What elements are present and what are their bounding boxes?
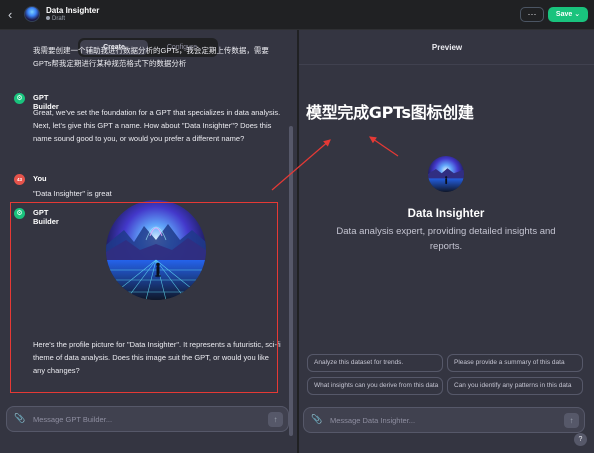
conversation-starter[interactable]: Analyze this dataset for trends. bbox=[307, 354, 443, 372]
save-button[interactable]: Save ⌄ bbox=[548, 7, 588, 22]
chevron-left-icon[interactable]: ‹ bbox=[8, 8, 12, 21]
message-text: Great, we've set the foundation for a GP… bbox=[33, 108, 281, 143]
input-placeholder: Message GPT Builder... bbox=[33, 415, 113, 424]
more-options-button[interactable]: ··· bbox=[520, 7, 544, 22]
preview-gpt-avatar bbox=[428, 156, 464, 192]
chat-scrollbar[interactable] bbox=[289, 126, 293, 436]
preview-avatar-art bbox=[428, 156, 464, 192]
preview-gpt-description: Data analysis expert, providing detailed… bbox=[336, 226, 556, 252]
preview-gpt-name: Data Insighter bbox=[407, 208, 485, 220]
status-dot-icon bbox=[46, 16, 50, 21]
status-label: Draft bbox=[52, 16, 66, 22]
help-button[interactable]: ? bbox=[574, 433, 587, 446]
chevron-down-icon: ⌄ bbox=[574, 11, 581, 18]
send-button[interactable]: ↑ bbox=[564, 413, 579, 428]
attach-icon[interactable]: 📎 bbox=[311, 414, 322, 425]
gpt-avatar bbox=[24, 6, 40, 22]
top-bar: ‹ Data Insighter Draft ··· Save ⌄ bbox=[0, 0, 594, 30]
conversation-starter[interactable]: Please provide a summary of this data bbox=[447, 354, 583, 372]
builder-message-input[interactable]: 📎 Message GPT Builder... ↑ bbox=[6, 406, 289, 432]
message-text: "Data Insighter" is great bbox=[33, 189, 112, 198]
gpt-title: Data Insighter bbox=[46, 6, 100, 15]
annotation-caption: 模型完成GPTs图标创建 bbox=[306, 103, 474, 122]
preview-message-input[interactable]: 📎 Message Data Insighter... ↑ bbox=[303, 407, 585, 433]
arrow-up-icon: ↑ bbox=[273, 415, 278, 424]
highlight-profile-message bbox=[10, 202, 278, 393]
arrow-up-icon: ↑ bbox=[569, 416, 574, 425]
save-label: Save bbox=[555, 11, 573, 18]
send-button[interactable]: ↑ bbox=[268, 412, 283, 427]
user-avatar: 43 bbox=[14, 174, 25, 185]
attach-icon[interactable]: 📎 bbox=[14, 413, 25, 424]
conversation-starter[interactable]: Can you identify any patterns in this da… bbox=[447, 377, 583, 395]
preview-title: Preview bbox=[431, 43, 463, 52]
gpt-builder-icon: ⚙ bbox=[14, 93, 25, 104]
preview-divider bbox=[299, 64, 594, 65]
previous-message-text: 我需要创建一个辅助我进行数据分析的GPTs，我会定期上传数据，需要GPTs帮我定… bbox=[33, 46, 269, 68]
draft-status: Draft bbox=[46, 16, 65, 22]
message-author: You bbox=[33, 174, 47, 183]
input-placeholder: Message Data Insighter... bbox=[330, 416, 416, 425]
conversation-starter[interactable]: What insights can you derive from this d… bbox=[307, 377, 443, 395]
